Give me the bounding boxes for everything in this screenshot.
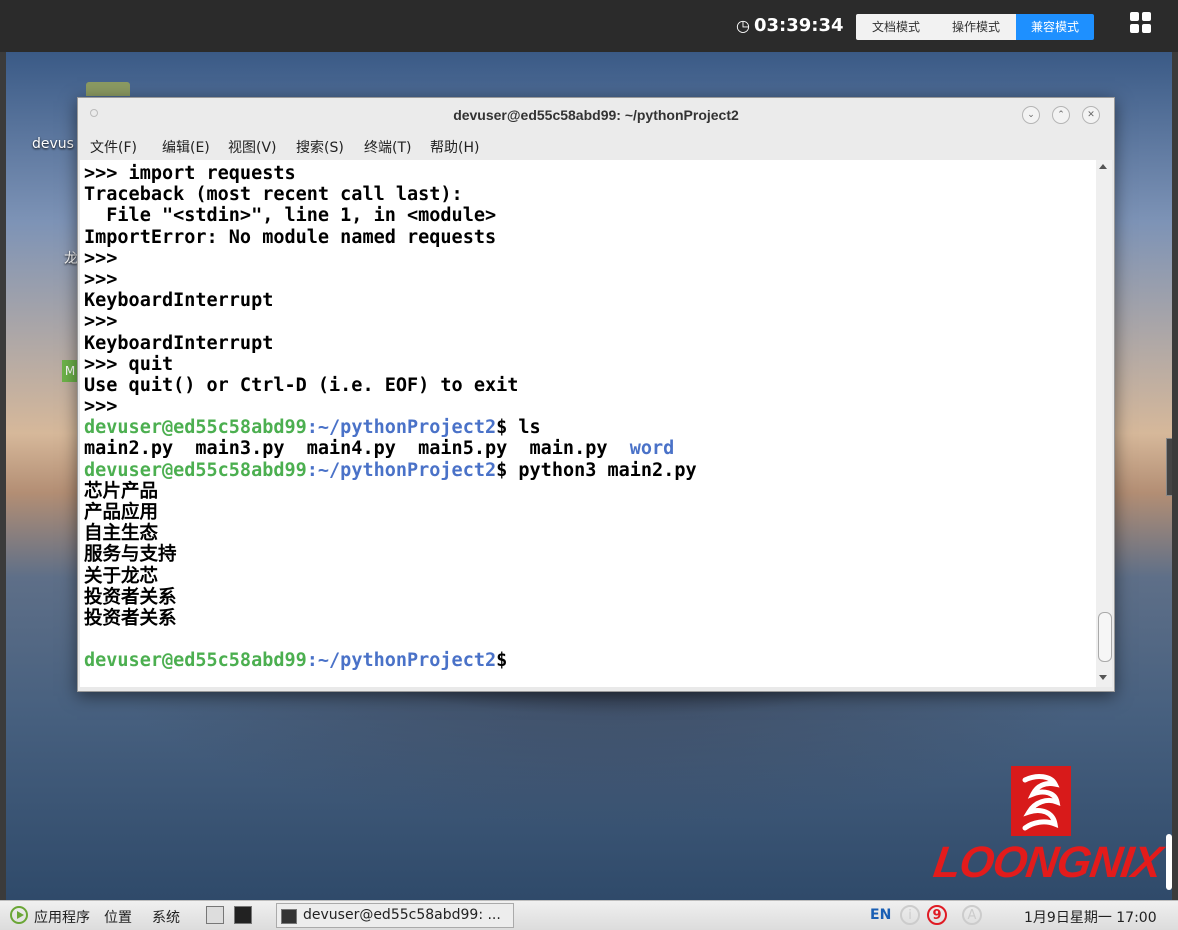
clock-icon: ◷ [736,16,750,35]
terminal-launcher-icon[interactable] [234,906,252,924]
side-grip[interactable] [1166,438,1172,496]
command-text: ls [507,417,541,439]
ls-directory: word [629,438,675,460]
compatible-mode-button[interactable]: 兼容模式 [1016,14,1094,40]
program-output-line: 服务与支持 [84,544,177,566]
menu-search[interactable]: 搜索(S) [296,137,344,157]
prompt-symbol: $ [496,417,508,439]
terminal-window[interactable]: devuser@ed55c58abd99: ~/pythonProject2 ⌄… [77,97,1115,692]
program-output-line: 投资者关系 [84,586,177,608]
menu-bar: 文件(F) 编辑(E) 视图(V) 搜索(S) 终端(T) 帮助(H) [78,132,1114,160]
menu-view[interactable]: 视图(V) [228,137,277,157]
applications-icon[interactable] [10,906,28,924]
terminal-line: >>> quit [84,353,174,375]
clock: ◷ 03:39:34 [736,14,844,38]
menu-file[interactable]: 文件(F) [90,137,137,157]
window-title: devuser@ed55c58abd99: ~/pythonProject2 [453,107,739,123]
places-menu[interactable]: 位置 [104,907,132,927]
prompt-path: :~/pythonProject2 [306,459,497,481]
program-output-line: 自主生态 [84,523,159,545]
grid-cell [1130,24,1139,33]
accessibility-tray-icon[interactable]: A [962,905,982,925]
program-output-line: 产品应用 [84,502,159,523]
prompt-user: devuser@ed55c58abd99 [84,459,307,481]
menu-edit[interactable]: 编辑(E) [162,137,210,157]
terminal-line: KeyboardInterrupt [84,290,274,312]
ls-files: main2.py main3.py main4.py main5.py main… [84,438,630,460]
prompt-line: devuser@ed55c58abd99:~/pythonProject2$ [84,650,1096,671]
terminal-icon [281,909,297,924]
desktop-icon-label[interactable]: 龙 [64,248,78,268]
scroll-up-icon[interactable] [1099,164,1107,169]
prompt-line: devuser@ed55c58abd99:~/pythonProject2$ p… [84,460,1096,481]
menu-terminal[interactable]: 终端(T) [364,137,411,157]
desktop-icon-label[interactable]: devus [32,136,74,152]
dragon-glyph-icon [1022,774,1061,831]
terminal-line: KeyboardInterrupt [84,332,274,354]
clock-time: 03:39:34 [753,15,844,36]
terminal-line: Traceback (most recent call last): [84,184,463,206]
applications-menu[interactable]: 应用程序 [34,907,90,927]
grid-cell [1142,24,1151,33]
input-language-indicator[interactable]: EN [870,907,891,923]
prompt-symbol: $ [496,650,508,672]
system-menu[interactable]: 系统 [152,907,180,927]
program-output-line: 关于龙芯 [84,565,159,587]
frame-right [1172,52,1178,900]
loongnix-seal-logo [1011,766,1071,836]
grid-cell [1142,12,1151,21]
prompt-path: :~/pythonProject2 [306,650,497,672]
close-button[interactable]: ✕ [1082,106,1100,124]
folder-icon[interactable] [86,82,130,96]
terminal-line: File "<stdin>", line 1, in <module> [84,205,497,227]
minimize-button[interactable]: ⌄ [1022,106,1040,124]
ls-output-line: main2.py main3.py main4.py main5.py main… [84,438,1096,459]
command-text: python3 main2.py [507,459,697,481]
desktop-badge[interactable]: M [62,360,78,382]
terminal-text: >>> import requests Traceback (most recen… [80,160,1096,672]
info-tray-icon[interactable]: i [900,905,920,925]
prompt-path: :~/pythonProject2 [306,417,497,439]
prompt-user: devuser@ed55c58abd99 [84,650,307,672]
taskbar-clock[interactable]: 1月9日星期一 17:00 [1024,907,1157,927]
menu-help[interactable]: 帮助(H) [430,137,479,157]
top-bar: ◷ 03:39:34 文档模式 操作模式 兼容模式 [0,0,1178,52]
scrollbar-thumb[interactable] [1098,612,1112,662]
notification-tray-icon[interactable]: 9 [927,905,947,925]
terminal-line: >>> [84,247,118,269]
terminal-line: >>> [84,311,118,333]
terminal-line: >>> [84,268,118,290]
side-handle[interactable] [1166,834,1172,890]
prompt-line: devuser@ed55c58abd99:~/pythonProject2$ l… [84,417,1096,438]
operation-mode-button[interactable]: 操作模式 [936,14,1016,40]
loongnix-logo-text: LOONGNIX [930,838,1165,887]
prompt-user: devuser@ed55c58abd99 [84,417,307,439]
terminal-line: >>> import requests [84,163,296,184]
file-manager-icon[interactable] [206,906,224,924]
terminal-line: ImportError: No module named requests [84,226,497,248]
program-output-line: 芯片产品 [84,480,159,502]
terminal-line: Use quit() or Ctrl-D (i.e. EOF) to exit [84,374,519,396]
terminal-line: >>> [84,396,118,418]
maximize-button[interactable]: ⌃ [1052,106,1070,124]
grid-menu-icon[interactable] [1130,12,1152,34]
taskbar-window-terminal[interactable]: devuser@ed55c58abd99: ... [276,903,514,928]
program-output-line: 投资者关系 [84,607,177,629]
terminal-scrollbar[interactable] [1096,160,1112,687]
taskbar: 应用程序 位置 系统 devuser@ed55c58abd99: ... EN … [0,900,1178,930]
terminal-output[interactable]: >>> import requests Traceback (most recen… [80,160,1096,687]
title-bar[interactable]: devuser@ed55c58abd99: ~/pythonProject2 ⌄… [78,98,1114,132]
prompt-symbol: $ [496,459,508,481]
document-mode-button[interactable]: 文档模式 [856,14,936,40]
taskbar-window-label: devuser@ed55c58abd99: ... [303,907,501,923]
grid-cell [1130,12,1139,21]
scroll-down-icon[interactable] [1099,675,1107,680]
